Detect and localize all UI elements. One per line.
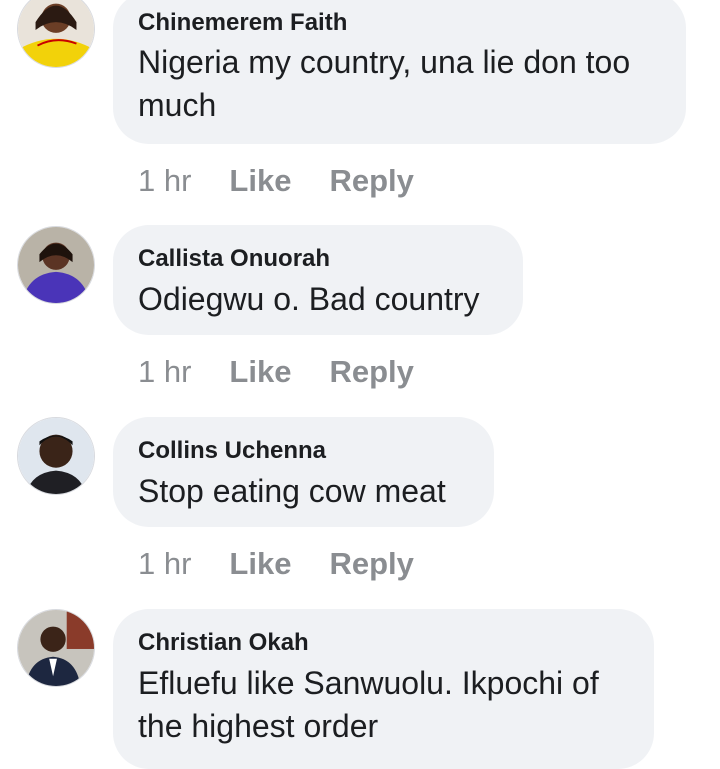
reply-button[interactable]: Reply [329, 546, 413, 582]
avatar-photo [18, 418, 94, 494]
comment-timestamp[interactable]: 1 hr [138, 163, 191, 199]
comment-actions: 1 hr Like Reply [138, 352, 414, 392]
like-button[interactable]: Like [229, 163, 291, 199]
comment-bubble: Chinemerem Faith Nigeria my country, una… [113, 0, 686, 144]
reply-button[interactable]: Reply [329, 163, 413, 199]
comment-text: Efluefu like Sanwuolu. Ikpochi of the hi… [138, 665, 599, 744]
avatar-photo [18, 227, 94, 303]
avatar-photo [18, 0, 94, 67]
avatar[interactable] [17, 226, 95, 304]
avatar[interactable] [17, 0, 95, 68]
avatar[interactable] [17, 417, 95, 495]
like-button[interactable]: Like [229, 354, 291, 390]
comment-timestamp[interactable]: 1 hr [138, 546, 191, 582]
comment-author[interactable]: Collins Uchenna [138, 437, 326, 465]
comment-bubble: Christian Okah Efluefu like Sanwuolu. Ik… [113, 609, 654, 769]
reply-button[interactable]: Reply [329, 354, 413, 390]
comment-text: Nigeria my country, una lie don too much [138, 44, 631, 123]
comment-author[interactable]: Callista Onuorah [138, 245, 330, 273]
comment-text: Odiegwu o. Bad country [138, 281, 480, 317]
comment-timestamp[interactable]: 1 hr [138, 354, 191, 390]
comment-actions: 1 hr Like Reply [138, 161, 414, 201]
avatar-photo [18, 610, 94, 686]
comment-text: Stop eating cow meat [138, 473, 446, 509]
comment-author[interactable]: Chinemerem Faith [138, 9, 347, 37]
comment-bubble: Collins Uchenna Stop eating cow meat [113, 417, 494, 527]
comment-bubble: Callista Onuorah Odiegwu o. Bad country [113, 225, 523, 335]
comment-author[interactable]: Christian Okah [138, 629, 309, 657]
avatar[interactable] [17, 609, 95, 687]
comment-actions: 1 hr Like Reply [138, 544, 414, 584]
like-button[interactable]: Like [229, 546, 291, 582]
